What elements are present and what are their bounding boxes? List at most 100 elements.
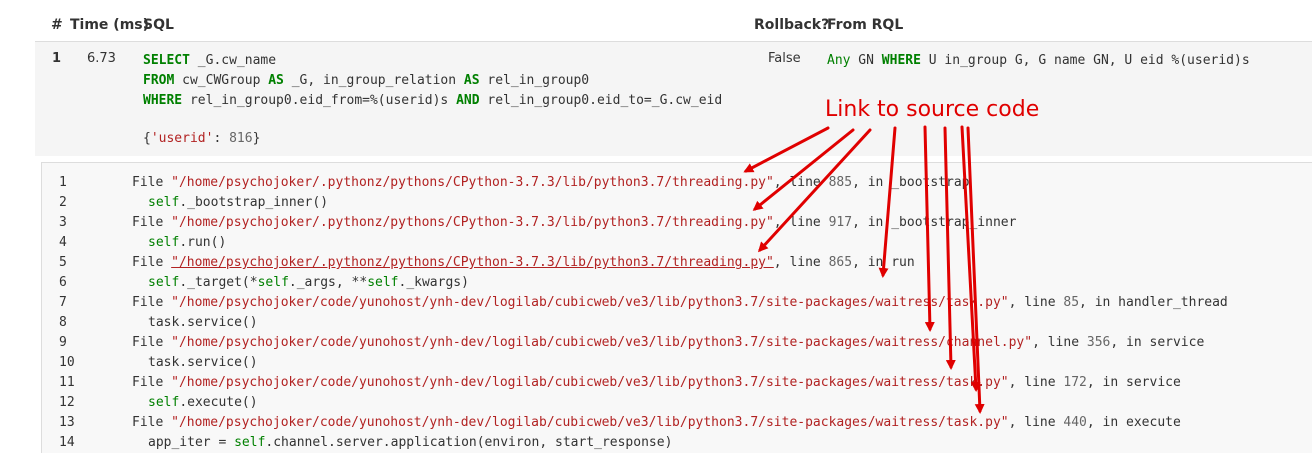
traceback-line-number: 7	[59, 295, 67, 310]
code-token: , line	[1032, 335, 1087, 350]
code-token: , line	[773, 215, 829, 230]
string-token: 'userid'	[150, 131, 214, 146]
annotation-label: Link to source code	[825, 97, 1040, 122]
number-token: 816	[229, 131, 253, 146]
code-token: , line	[773, 255, 829, 270]
keyword-token: WHERE	[143, 93, 183, 108]
sql-statement: SELECT _G.cw_name FROM cw_CWGroup AS _G, …	[143, 51, 722, 111]
keyword-token: AS	[268, 73, 284, 88]
code-token: ._kwargs)	[398, 275, 469, 290]
traceback-file-line: File "/home/psychojoker/.pythonz/pythons…	[132, 173, 969, 193]
query-time: 6.73	[87, 51, 116, 66]
rollback-value: False	[768, 51, 801, 66]
code-token: rel_in_group0.eid_from=%(userid)s	[182, 93, 457, 108]
code-token: {	[143, 131, 151, 146]
code-token: ._args, **	[288, 275, 368, 290]
traceback-line-number: 8	[59, 315, 67, 330]
traceback-file-line: File "/home/psychojoker/.pythonz/pythons…	[132, 253, 915, 273]
code-token: .channel.server.application(environ, sta…	[265, 435, 673, 450]
traceback-file-line: File "/home/psychojoker/code/yunohost/yn…	[132, 373, 1181, 393]
traceback-file-line: File "/home/psychojoker/.pythonz/pythons…	[132, 213, 1016, 233]
traceback-line-number: 2	[59, 195, 67, 210]
query-row-number: 1	[52, 51, 62, 66]
code-token: :	[213, 131, 230, 146]
traceback-code-line: self._target(*self._args, **self._kwargs…	[148, 273, 469, 293]
code-token: , line	[1008, 295, 1064, 310]
code-token: File	[132, 335, 172, 350]
code-token: rel_in_group0.eid_to=_G.cw_eid	[479, 93, 723, 108]
code-token: GN	[850, 53, 882, 68]
sql-line: SELECT _G.cw_name	[143, 51, 722, 71]
traceback-line-number: 10	[59, 355, 75, 370]
col-header-time: Time (ms)	[70, 17, 150, 33]
col-header-rollback: Rollback?	[754, 17, 830, 33]
traceback-line-number: 14	[59, 435, 75, 450]
code-token: task.service()	[148, 355, 258, 370]
source-file-link[interactable]: "/home/psychojoker/.pythonz/pythons/CPyt…	[171, 215, 774, 230]
code-token: ._bootstrap_inner()	[179, 195, 329, 210]
traceback-code-line: self._bootstrap_inner()	[148, 193, 328, 213]
code-token: , in execute	[1086, 415, 1181, 430]
col-header-num: #	[51, 17, 63, 33]
number-token: 172	[1063, 375, 1087, 390]
col-header-sql: SQL	[143, 17, 174, 33]
self-keyword: self	[234, 435, 266, 450]
code-token: File	[132, 215, 172, 230]
traceback-line-number: 6	[59, 275, 67, 290]
source-file-link[interactable]: "/home/psychojoker/code/yunohost/ynh-dev…	[171, 295, 1008, 310]
traceback-file-line: File "/home/psychojoker/code/yunohost/yn…	[132, 333, 1204, 353]
source-file-link[interactable]: "/home/psychojoker/code/yunohost/ynh-dev…	[171, 335, 1032, 350]
traceback-code-line: self.run()	[148, 233, 226, 253]
col-header-rql: From RQL	[827, 17, 904, 33]
traceback-block: 1 File "/home/psychojoker/.pythonz/python…	[41, 162, 1312, 453]
code-token: _G, in_group_relation	[283, 73, 464, 88]
code-token: File	[132, 415, 172, 430]
number-token: 917	[828, 215, 853, 230]
code-token: _G.cw_name	[189, 53, 277, 68]
code-token: , line	[1008, 375, 1064, 390]
traceback-line-number: 12	[59, 395, 75, 410]
self-keyword: self	[148, 395, 180, 410]
code-token: File	[132, 295, 172, 310]
code-token: File	[132, 375, 172, 390]
code-token: , in _bootstrap_inner	[852, 215, 1017, 230]
source-file-link[interactable]: "/home/psychojoker/.pythonz/pythons/CPyt…	[171, 175, 774, 190]
self-keyword: self	[148, 195, 180, 210]
code-token: task.service()	[148, 315, 258, 330]
traceback-code-line: app_iter = self.channel.server.applicati…	[148, 433, 672, 453]
keyword-token: Any	[827, 53, 851, 68]
code-token: rel_in_group0	[479, 73, 590, 88]
keyword-token: WHERE	[881, 53, 921, 68]
keyword-token: FROM	[143, 73, 175, 88]
traceback-line-number: 1	[59, 175, 67, 190]
number-token: 85	[1063, 295, 1080, 310]
source-file-link[interactable]: "/home/psychojoker/code/yunohost/ynh-dev…	[171, 375, 1008, 390]
number-token: 865	[828, 255, 853, 270]
code-token: .execute()	[179, 395, 258, 410]
self-keyword: self	[257, 275, 289, 290]
self-keyword: self	[148, 235, 180, 250]
traceback-code-line: task.service()	[148, 313, 258, 333]
code-token: , in service	[1110, 335, 1205, 350]
sql-line: WHERE rel_in_group0.eid_from=%(userid)s …	[143, 91, 722, 111]
traceback-code-line: task.service()	[148, 353, 258, 373]
traceback-file-line: File "/home/psychojoker/code/yunohost/yn…	[132, 293, 1228, 313]
keyword-token: AS	[463, 73, 480, 88]
keyword-token: SELECT	[143, 53, 190, 68]
code-token: , in service	[1086, 375, 1181, 390]
code-token: app_iter =	[148, 435, 235, 450]
code-token: U in_group G, G name GN, U eid %(userid)…	[920, 53, 1250, 68]
code-token: File	[132, 255, 172, 270]
code-token: , in handler_thread	[1079, 295, 1228, 310]
traceback-line-number: 5	[59, 255, 67, 270]
code-token: cw_CWGroup	[174, 73, 269, 88]
traceback-line-number: 9	[59, 335, 67, 350]
self-keyword: self	[367, 275, 399, 290]
number-token: 885	[828, 175, 853, 190]
source-file-link[interactable]: "/home/psychojoker/code/yunohost/ynh-dev…	[171, 415, 1008, 430]
sql-params: {'userid': 816}	[143, 131, 260, 146]
number-token: 440	[1063, 415, 1087, 430]
number-token: 356	[1086, 335, 1111, 350]
traceback-code-line: self.execute()	[148, 393, 258, 413]
source-file-link[interactable]: "/home/psychojoker/.pythonz/pythons/CPyt…	[171, 255, 774, 270]
